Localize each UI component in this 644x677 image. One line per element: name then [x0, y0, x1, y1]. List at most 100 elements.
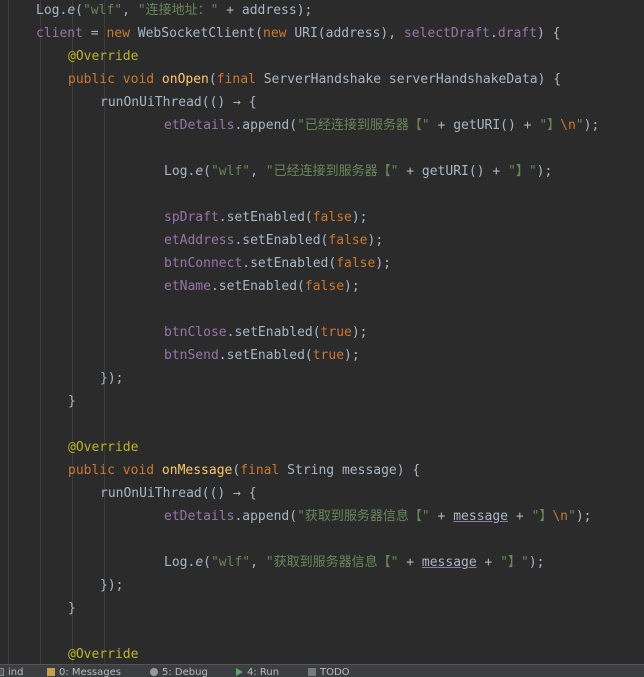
code-token: + address); — [218, 3, 313, 18]
messages-icon — [47, 668, 55, 676]
code-token: } — [68, 601, 76, 616]
code-token: "获取到服务器信息【" — [297, 509, 430, 524]
code-token: runOnUiThread( — [100, 486, 210, 501]
code-token: ( — [208, 72, 217, 87]
code-token: Log. — [164, 555, 196, 570]
code-token: etAddress — [164, 233, 235, 248]
code-token: "wlf" — [210, 555, 251, 570]
code-line: client = new WebSocketClient(new URI(add… — [36, 22, 560, 45]
code-token: onOpen — [161, 72, 209, 87]
code-token: .setEnabled( — [210, 279, 305, 294]
code-token: @Override — [68, 647, 139, 662]
code-token: "wlf" — [82, 3, 123, 18]
messages-tab[interactable]: 0: Messages — [47, 665, 121, 677]
code-token: spDraft — [164, 210, 219, 225]
code-token: " — [567, 509, 576, 524]
code-token: new — [106, 26, 138, 41]
code-token: client — [36, 26, 83, 41]
code-token: , — [250, 164, 266, 179]
code-token: ); — [575, 509, 592, 524]
code-token: }); — [100, 578, 124, 593]
code-token: message — [453, 509, 509, 524]
code-token: selectDraft — [403, 26, 490, 41]
code-line: @Override — [68, 45, 138, 68]
code-token: , — [250, 555, 266, 570]
code-token: .append( — [234, 118, 298, 133]
code-line: btnSend.setEnabled(true); — [164, 344, 360, 367]
code-token: () → { — [209, 486, 257, 501]
code-token: @Override — [68, 49, 139, 64]
code-token: WebSocketClient( — [137, 26, 263, 41]
code-token: "连接地址：" — [137, 3, 219, 18]
code-token: ); — [583, 118, 600, 133]
code-token: () → { — [209, 95, 257, 110]
code-token: final — [240, 463, 288, 478]
code-token: + — [508, 509, 532, 524]
code-token: ); — [344, 348, 360, 363]
code-token: ); — [528, 555, 545, 570]
code-token: ); — [351, 210, 368, 225]
code-token: "】 — [531, 509, 553, 524]
code-token: e — [195, 164, 204, 179]
code-token: ); — [351, 325, 368, 340]
code-token: "】" — [508, 164, 537, 179]
code-token: "】" — [500, 555, 529, 570]
code-token: ( — [203, 164, 211, 179]
code-token: true — [312, 348, 345, 363]
code-token: draft — [497, 26, 537, 41]
indent-guide — [40, 0, 41, 664]
code-token: "已经连接到服务器【" — [265, 164, 399, 179]
code-token: + — [476, 555, 501, 570]
debug-icon — [150, 668, 158, 676]
code-line: etDetails.append("已经连接到服务器【" + getURI() … — [164, 114, 599, 137]
code-token: \n — [560, 118, 576, 133]
code-line: @Override — [68, 643, 138, 664]
run-tab[interactable]: 4: Run — [236, 665, 279, 677]
code-token: ); — [375, 256, 391, 271]
code-token: ); — [344, 279, 360, 294]
todo-icon — [308, 668, 316, 676]
code-token: + getURI() + — [398, 164, 508, 179]
code-token: + getURI() + — [429, 118, 540, 133]
code-line: }); — [100, 367, 123, 390]
code-line: etDetails.append("获取到服务器信息【" + message +… — [164, 505, 591, 528]
code-line: btnConnect.setEnabled(false); — [164, 252, 391, 275]
code-line: } — [68, 597, 76, 620]
code-token: Log. — [164, 164, 196, 179]
code-token: . — [489, 26, 498, 41]
code-token: "已经连接到服务器【" — [297, 118, 430, 133]
code-token: "wlf" — [210, 164, 251, 179]
code-line: public void onOpen(final ServerHandshake… — [68, 68, 561, 91]
code-editor[interactable]: Log.e("wlf", "连接地址：" + address); client =… — [0, 0, 644, 664]
code-token: ServerHandshake serverHandshakeData) { — [263, 72, 562, 87]
code-token: false — [312, 210, 352, 225]
code-token: ); — [536, 164, 553, 179]
code-token: ) { — [536, 26, 561, 41]
code-line: @Override — [68, 436, 138, 459]
code-token: public void — [68, 463, 162, 478]
code-token: URI(address), — [294, 26, 404, 41]
code-token: String message) { — [287, 463, 421, 478]
code-token: + — [429, 509, 454, 524]
code-token: ( — [75, 3, 83, 18]
code-line: runOnUiThread(() → { — [100, 482, 257, 505]
code-token: .append( — [234, 509, 298, 524]
code-line: Log.e("wlf", "获取到服务器信息【" + message + "】"… — [164, 551, 545, 574]
code-line: public void onMessage(final String messa… — [68, 459, 420, 482]
code-token: final — [216, 72, 264, 87]
code-token: btnClose — [164, 325, 227, 340]
code-token: etDetails — [164, 509, 235, 524]
terminal-tab[interactable]: ind — [0, 665, 23, 677]
code-token: .setEnabled( — [218, 348, 313, 363]
code-line: etName.setEnabled(false); — [164, 275, 360, 298]
terminal-icon — [0, 668, 4, 676]
debug-tab[interactable]: 5: Debug — [150, 665, 208, 677]
code-token: "】 — [539, 118, 561, 133]
code-token: false — [328, 233, 368, 248]
code-line: spDraft.setEnabled(false); — [164, 206, 368, 229]
code-token: new — [263, 26, 295, 41]
indent-guide — [72, 0, 73, 664]
todo-tab[interactable]: TODO — [308, 665, 350, 677]
code-token: "获取到服务器信息【" — [265, 555, 399, 570]
code-line: runOnUiThread(() → { — [100, 91, 257, 114]
